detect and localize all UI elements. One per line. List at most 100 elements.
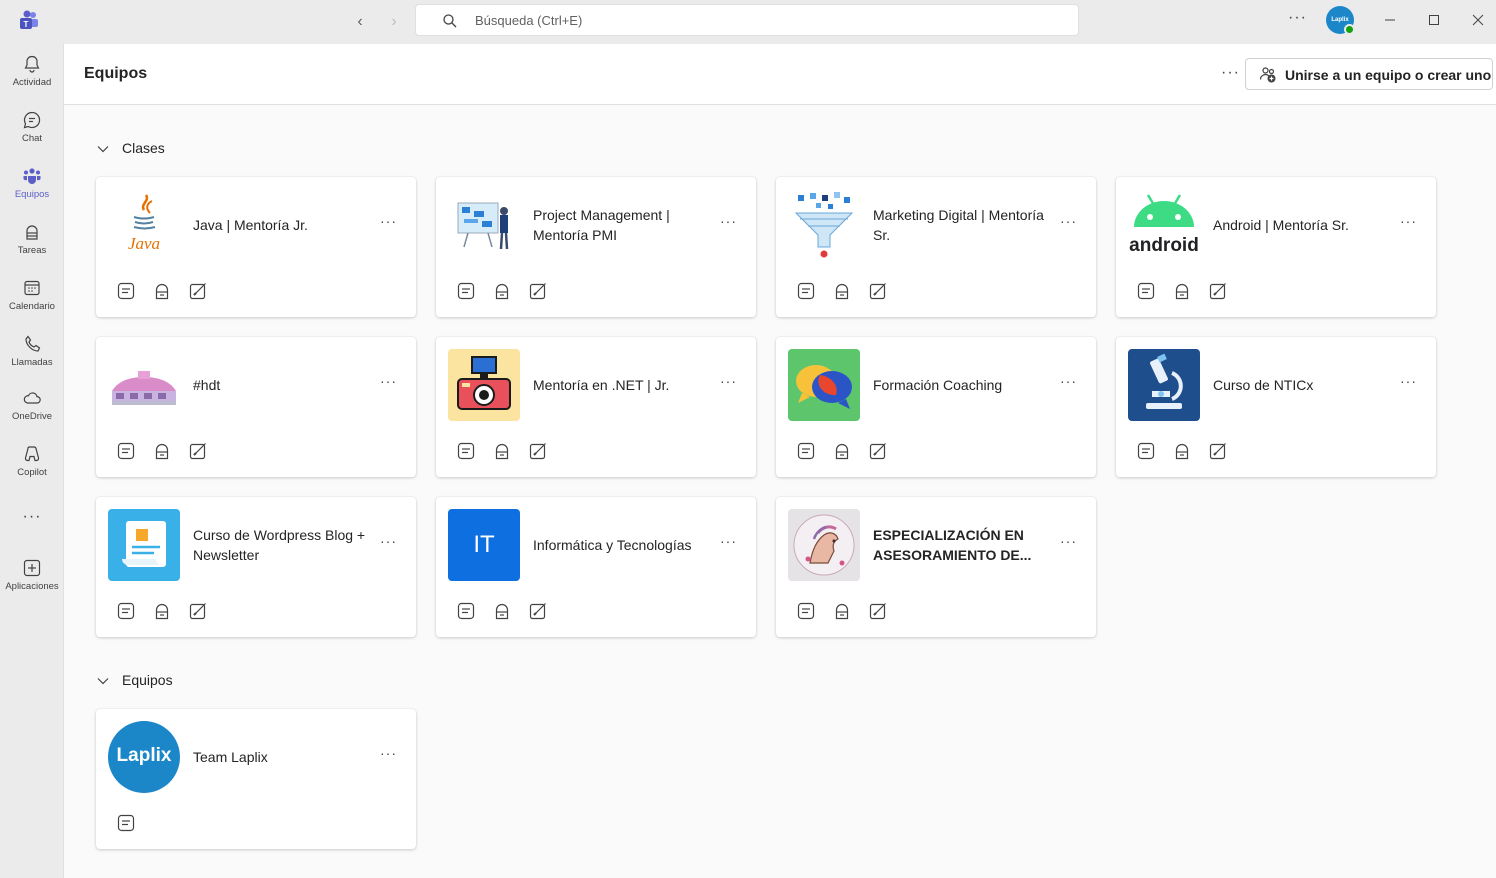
page-title: Equipos — [84, 65, 148, 82]
posts-icon[interactable] — [796, 281, 816, 301]
team-name: #hdt — [193, 377, 221, 393]
minimize-icon[interactable] — [1378, 10, 1402, 30]
posts-icon[interactable] — [116, 813, 136, 833]
posts-icon[interactable] — [1136, 281, 1156, 301]
presentation-board-icon — [448, 189, 520, 261]
team-thumbnail — [788, 189, 860, 261]
posts-icon[interactable] — [796, 601, 816, 621]
building-image-icon — [108, 349, 180, 421]
class-notebook-icon[interactable] — [492, 281, 512, 301]
more-options-icon[interactable]: ··· — [720, 213, 737, 229]
team-name: Mentoría en .NET | Jr. — [533, 377, 670, 393]
team-card[interactable]: Formación Coaching ··· — [776, 337, 1096, 477]
team-card[interactable]: Mentoría en .NET | Jr. ··· — [436, 337, 756, 477]
class-notebook-icon[interactable] — [832, 601, 852, 621]
forward-arrow-icon[interactable]: › — [384, 12, 404, 32]
java-logo-icon: Java — [108, 189, 180, 261]
page-header: Equipos ··· Unirse a un equipo o crear u… — [64, 44, 1496, 105]
team-card[interactable]: android Android | Mentoría Sr. ··· — [1116, 177, 1436, 317]
posts-icon[interactable] — [116, 441, 136, 461]
assignments-icon[interactable] — [528, 441, 548, 461]
more-options-icon[interactable]: ··· — [1060, 373, 1077, 389]
posts-icon[interactable] — [456, 601, 476, 621]
section-label: Equipos — [122, 672, 173, 688]
posts-icon[interactable] — [116, 281, 136, 301]
join-or-create-team-button[interactable]: Unirse a un equipo o crear uno — [1245, 58, 1493, 90]
class-notebook-icon[interactable] — [832, 441, 852, 461]
more-options-icon[interactable]: ··· — [1060, 533, 1077, 549]
more-apps-icon[interactable]: ··· — [0, 508, 64, 526]
bell-icon — [24, 55, 40, 73]
team-card[interactable]: Java Java | Mentoría Jr. ··· — [96, 177, 416, 317]
rail-item-chat[interactable]: Chat — [0, 100, 64, 154]
assignments-icon[interactable] — [528, 601, 548, 621]
team-thumbnail: android — [1128, 189, 1200, 261]
rail-item-activity[interactable]: Actividad — [0, 44, 64, 98]
assignments-icon[interactable] — [1208, 441, 1228, 461]
more-options-icon[interactable]: ··· — [720, 373, 737, 389]
assignments-icon[interactable] — [868, 281, 888, 301]
more-options-icon[interactable]: ··· — [1221, 64, 1240, 82]
assignments-icon[interactable] — [188, 441, 208, 461]
rail-item-calls[interactable]: Llamadas — [0, 324, 64, 378]
assignments-icon[interactable] — [868, 441, 888, 461]
rail-label: Actividad — [12, 77, 52, 88]
rail-item-teams[interactable]: Equipos — [0, 156, 64, 210]
section-header-clases[interactable]: Clases — [96, 138, 216, 158]
more-options-icon[interactable]: ··· — [1400, 373, 1417, 389]
team-card[interactable]: Laplix Team Laplix ··· — [96, 709, 416, 849]
assignments-icon[interactable] — [1208, 281, 1228, 301]
class-notebook-icon[interactable] — [832, 281, 852, 301]
section-label: Clases — [122, 140, 165, 156]
class-notebook-icon[interactable] — [492, 601, 512, 621]
team-card[interactable]: ESPECIALIZACIÓN EN ASESORAMIENTO DE... ·… — [776, 497, 1096, 637]
assignments-icon[interactable] — [188, 281, 208, 301]
team-card[interactable]: Marketing Digital | Mentoría Sr. ··· — [776, 177, 1096, 317]
cloud-icon — [23, 392, 41, 404]
horse-illustration-icon — [788, 509, 860, 581]
section-header-equipos[interactable]: Equipos — [96, 670, 216, 690]
more-options-icon[interactable]: ··· — [380, 745, 397, 761]
assignments-icon[interactable] — [868, 601, 888, 621]
more-options-icon[interactable]: ··· — [1400, 213, 1417, 229]
android-logo-icon: android — [1128, 189, 1200, 261]
class-notebook-icon[interactable] — [152, 281, 172, 301]
class-notebook-icon[interactable] — [152, 601, 172, 621]
search-input[interactable]: Búsqueda (Ctrl+E) — [415, 4, 1079, 36]
rail-item-calendar[interactable]: Calendario — [0, 268, 64, 322]
team-card[interactable]: #hdt ··· — [96, 337, 416, 477]
close-icon[interactable] — [1466, 10, 1490, 30]
more-options-icon[interactable]: ··· — [1060, 213, 1077, 229]
team-card[interactable]: IT Informática y Tecnologías ··· — [436, 497, 756, 637]
class-notebook-icon[interactable] — [492, 441, 512, 461]
team-card[interactable]: Project Management | Mentoría PMI ··· — [436, 177, 756, 317]
posts-icon[interactable] — [796, 441, 816, 461]
class-notebook-icon[interactable] — [152, 441, 172, 461]
posts-icon[interactable] — [1136, 441, 1156, 461]
back-arrow-icon[interactable]: ‹ — [350, 12, 370, 32]
team-card[interactable]: Curso de Wordpress Blog + Newsletter ··· — [96, 497, 416, 637]
rail-item-apps[interactable]: Aplicaciones — [0, 548, 64, 602]
maximize-icon[interactable] — [1422, 10, 1446, 30]
team-card[interactable]: Curso de NTICx ··· — [1116, 337, 1436, 477]
more-options-icon[interactable]: ··· — [380, 533, 397, 549]
posts-icon[interactable] — [116, 601, 136, 621]
team-name: Team Laplix — [193, 749, 268, 765]
more-options-icon[interactable]: ··· — [1288, 9, 1307, 27]
rail-label: Aplicaciones — [5, 581, 59, 592]
posts-icon[interactable] — [456, 441, 476, 461]
team-name: Formación Coaching — [873, 377, 1003, 393]
more-options-icon[interactable]: ··· — [720, 533, 737, 549]
posts-icon[interactable] — [456, 281, 476, 301]
assignments-icon[interactable] — [528, 281, 548, 301]
join-button-label: Unirse a un equipo o crear uno — [1285, 67, 1492, 83]
rail-item-copilot[interactable]: Copilot — [0, 434, 64, 488]
assignments-icon[interactable] — [188, 601, 208, 621]
teams-logo-icon[interactable]: T — [18, 10, 40, 32]
class-notebook-icon[interactable] — [1172, 281, 1192, 301]
rail-item-onedrive[interactable]: OneDrive — [0, 378, 64, 432]
more-options-icon[interactable]: ··· — [380, 373, 397, 389]
rail-item-tasks[interactable]: Tareas — [0, 212, 64, 266]
more-options-icon[interactable]: ··· — [380, 213, 397, 229]
class-notebook-icon[interactable] — [1172, 441, 1192, 461]
